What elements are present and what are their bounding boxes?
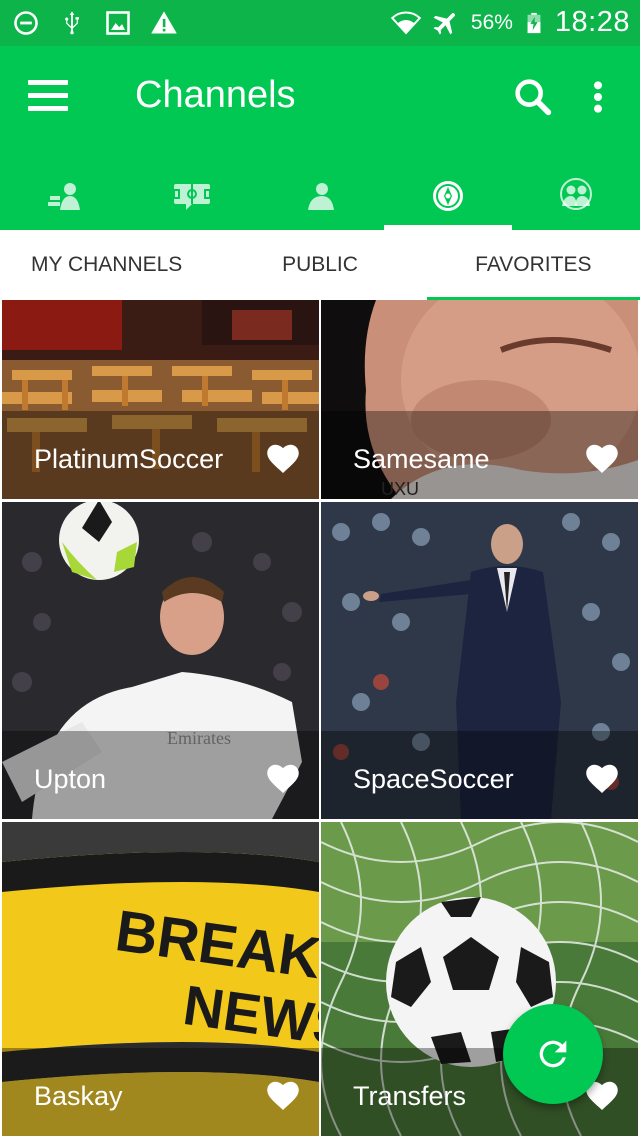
- channel-card-transfers[interactable]: Transfers: [321, 822, 638, 1136]
- tab-groups[interactable]: [512, 162, 640, 230]
- channel-card-samesame[interactable]: UXU Samesame: [321, 300, 638, 499]
- menu-icon: [22, 80, 74, 111]
- favorite-heart-icon[interactable]: [265, 761, 301, 795]
- do-not-disturb-icon: [14, 11, 38, 35]
- more-vert-icon: [594, 81, 602, 113]
- channel-name: Upton: [34, 764, 107, 794]
- channel-name: PlatinumSoccer: [34, 444, 224, 474]
- refresh-button[interactable]: [503, 1004, 603, 1104]
- clock: 18:28: [554, 6, 630, 38]
- favorite-heart-icon[interactable]: [265, 1078, 301, 1112]
- search-icon: [515, 79, 552, 116]
- channel-name: Baskay: [34, 1081, 123, 1111]
- tab-matches[interactable]: [128, 162, 256, 230]
- channel-name: Samesame: [353, 444, 490, 474]
- favorite-heart-icon[interactable]: [265, 441, 301, 475]
- channel-card-platinumsoccer[interactable]: PlatinumSoccer: [2, 300, 319, 499]
- battery-percent: 56%: [470, 10, 513, 34]
- channel-card-upton[interactable]: Emirates Upton: [2, 502, 319, 819]
- channel-card-spacesoccer[interactable]: SpaceSoccer: [321, 502, 638, 819]
- status-icons-right: 56% 18:28: [390, 6, 630, 39]
- app-bar: Channels: [0, 46, 640, 230]
- status-bar: 56% 18:28: [0, 0, 640, 46]
- people-chat-icon: [48, 183, 80, 210]
- favorite-heart-icon[interactable]: [584, 441, 620, 475]
- more-options-button[interactable]: [578, 74, 618, 120]
- channel-card-baskay[interactable]: BREAK NEWS Baskay: [2, 822, 319, 1136]
- football-pitch-icon: [173, 184, 211, 210]
- refresh-icon: [539, 1040, 567, 1068]
- warning-icon: [151, 11, 177, 34]
- person-icon: [308, 183, 334, 210]
- tab-public[interactable]: PUBLIC: [213, 230, 426, 300]
- status-icons-left: [12, 9, 178, 37]
- usb-icon: [65, 11, 79, 35]
- channel-name: Transfers: [353, 1081, 467, 1111]
- wifi-icon: [390, 11, 421, 34]
- channel-name: SpaceSoccer: [353, 764, 514, 794]
- image-icon: [106, 11, 130, 35]
- page-title: Channels: [135, 74, 296, 116]
- tab-chats[interactable]: [0, 162, 128, 230]
- battery-charging-icon: [527, 12, 541, 33]
- tab-channels[interactable]: [384, 162, 512, 230]
- menu-button[interactable]: [22, 74, 74, 118]
- icon-tab-bar: [0, 162, 640, 230]
- group-icon: [560, 178, 592, 210]
- search-button[interactable]: [510, 74, 556, 120]
- favorite-heart-icon[interactable]: [584, 761, 620, 795]
- airplane-mode-icon: [433, 12, 455, 34]
- tab-profile[interactable]: [256, 162, 384, 230]
- channel-filter-tabs: MY CHANNELS PUBLIC FAVORITES: [0, 230, 640, 300]
- channels-disc-icon: [433, 181, 463, 211]
- tab-my-channels[interactable]: MY CHANNELS: [0, 230, 213, 300]
- tab-favorites[interactable]: FAVORITES: [426, 230, 640, 300]
